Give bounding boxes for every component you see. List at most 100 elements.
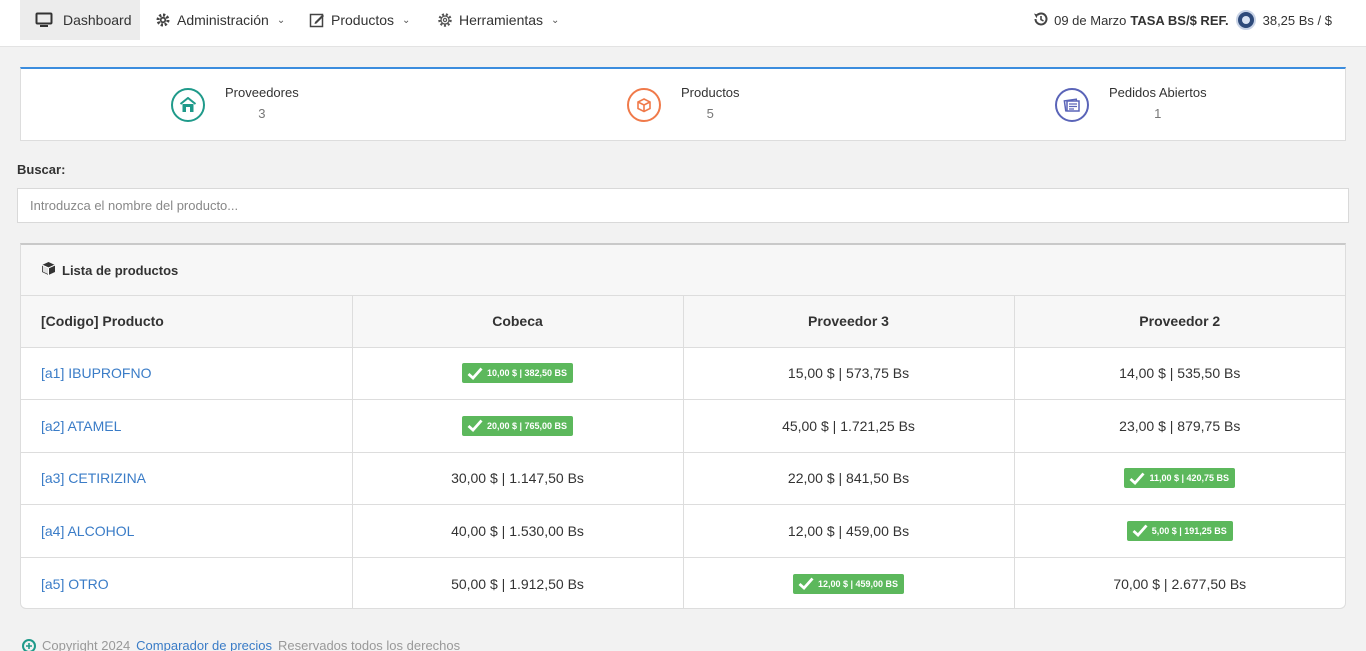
best-price-badge: 12,00 $ | 459,00 BS — [792, 573, 905, 594]
stat-proveedores[interactable]: Proveedores 3 — [171, 69, 299, 141]
price-text: 14,00 $ | 535,50 Bs — [1119, 365, 1241, 382]
table-row: [a3] CETIRIZINA 30,00 $ | 1.147,50 Bs 22,0… — [21, 452, 1345, 505]
price-cell: 20,00 $ | 765,00 BS — [352, 399, 684, 453]
best-price-badge: 5,00 $ | 191,25 BS — [1126, 520, 1233, 541]
price-cell: 10,00 $ | 382,50 BS — [352, 347, 684, 400]
copyright-circle-icon — [22, 638, 36, 651]
price-cell: 5,00 $ | 191,25 BS — [1014, 504, 1345, 558]
best-price-text: 10,00 $ | 382,50 BS — [486, 368, 568, 379]
products-panel: Lista de productos [Codigo] Producto Cob… — [20, 243, 1346, 609]
nav-herramientas-label: Herramientas — [459, 12, 544, 28]
stat-value: 1 — [1154, 106, 1162, 121]
footer-link[interactable]: Comparador de precios — [136, 638, 272, 651]
nav-dashboard[interactable]: Dashboard — [20, 0, 140, 40]
price-text: 22,00 $ | 841,50 Bs — [787, 470, 910, 487]
column-header[interactable]: Proveedor 2 — [1014, 296, 1345, 348]
footer: Copyright 2024 Comparador de precios Res… — [22, 638, 460, 651]
chevron-down-icon: ⌄ — [402, 14, 411, 26]
product-cell: [a4] ALCOHOL — [21, 504, 353, 558]
column-header[interactable]: [Codigo] Producto — [21, 296, 353, 348]
store-icon — [171, 88, 205, 122]
column-header[interactable]: Proveedor 3 — [683, 296, 1015, 348]
panel-header: Lista de productos — [21, 245, 1345, 296]
product-link[interactable]: [a4] ALCOHOL — [41, 523, 134, 539]
price-text: 23,00 $ | 879,75 Bs — [1119, 417, 1241, 434]
panel-title: Lista de productos — [62, 262, 179, 278]
best-price-badge: 20,00 $ | 765,00 BS — [461, 415, 574, 436]
price-text: 12,00 $ | 459,00 Bs — [787, 522, 910, 539]
product-cell: [a5] OTRO — [21, 557, 353, 608]
exchange-rate: 09 de Marzo TASA BS/$ REF. 38,25 Bs / $ — [1032, 0, 1332, 40]
stat-label: Pedidos Abiertos — [1109, 85, 1207, 100]
stats-box: Proveedores 3 Productos 5 Pedidos Abiert… — [20, 67, 1346, 141]
price-cell: 14,00 $ | 535,50 Bs — [1014, 347, 1345, 400]
table-row: [a5] OTRO 50,00 $ | 1.912,50 Bs 12,00 $ | … — [21, 557, 1345, 608]
product-link[interactable]: [a2] ATAMEL — [41, 418, 121, 434]
stat-value: 5 — [706, 106, 714, 121]
best-price-text: 12,00 $ | 459,00 BS — [817, 578, 899, 589]
table-header-row: [Codigo] Producto Cobeca Proveedor 3 Pro… — [21, 296, 1345, 348]
column-header[interactable]: Cobeca — [352, 296, 684, 348]
history-icon — [1032, 10, 1050, 31]
monitor-icon — [35, 12, 53, 28]
nav-administracion-label: Administración — [177, 12, 269, 28]
price-text: 15,00 $ | 573,75 Bs — [787, 365, 910, 382]
best-price-text: 5,00 $ | 191,25 BS — [1151, 525, 1227, 536]
price-cell: 12,00 $ | 459,00 Bs — [683, 504, 1015, 558]
price-cell: 12,00 $ | 459,00 BS — [683, 557, 1015, 608]
price-cell: 23,00 $ | 879,75 Bs — [1014, 399, 1345, 453]
price-text: 70,00 $ | 2.677,50 Bs — [1113, 575, 1247, 592]
best-price-badge: 11,00 $ | 420,75 BS — [1124, 468, 1236, 489]
check-icon — [467, 367, 483, 380]
price-text: 30,00 $ | 1.147,50 Bs — [451, 470, 584, 487]
check-icon — [798, 577, 814, 590]
orders-icon — [1055, 88, 1089, 122]
cog-outline-icon — [437, 12, 453, 28]
check-icon — [1132, 524, 1148, 538]
search-input[interactable] — [17, 188, 1349, 223]
price-cell: 70,00 $ | 2.677,50 Bs — [1014, 557, 1345, 608]
price-text: 45,00 $ | 1.721,25 Bs — [782, 417, 915, 434]
product-link[interactable]: [a3] CETIRIZINA — [41, 470, 146, 486]
product-cell: [a2] ATAMEL — [21, 399, 353, 453]
box-icon — [627, 88, 661, 122]
footer-rights: Reservados todos los derechos — [278, 638, 461, 651]
bcv-seal-icon — [1235, 10, 1256, 30]
product-link[interactable]: [a5] OTRO — [41, 576, 109, 592]
gear-icon — [155, 12, 171, 28]
best-price-text: 11,00 $ | 420,75 BS — [1149, 473, 1230, 484]
stat-productos[interactable]: Productos 5 — [627, 69, 740, 141]
price-cell: 30,00 $ | 1.147,50 Bs — [352, 452, 684, 505]
nav-productos-label: Productos — [331, 12, 395, 28]
nav-herramientas[interactable]: Herramientas ⌄ — [437, 0, 559, 40]
best-price-badge: 10,00 $ | 382,50 BS — [461, 363, 574, 384]
price-cell: 22,00 $ | 841,50 Bs — [683, 452, 1015, 505]
product-link[interactable]: [a1] IBUPROFNO — [41, 365, 151, 381]
footer-copyright: Copyright 2024 — [42, 638, 131, 651]
stat-label: Productos — [681, 85, 740, 100]
stat-label: Proveedores — [225, 85, 299, 100]
stat-pedidos-abiertos[interactable]: Pedidos Abiertos 1 — [1055, 69, 1207, 141]
top-navbar: Dashboard Administración ⌄ Productos ⌄ H… — [0, 0, 1366, 47]
stat-value: 3 — [258, 106, 266, 121]
price-cell: 45,00 $ | 1.721,25 Bs — [683, 399, 1015, 453]
chevron-down-icon: ⌄ — [276, 14, 286, 26]
rate-value: 38,25 Bs / $ — [1262, 12, 1332, 28]
rate-label: TASA BS/$ REF. — [1130, 12, 1229, 28]
check-icon — [467, 419, 483, 433]
price-cell: 11,00 $ | 420,75 BS — [1014, 452, 1345, 505]
search-label: Buscar: — [17, 162, 66, 177]
price-cell: 40,00 $ | 1.530,00 Bs — [352, 504, 684, 558]
table-row: [a1] IBUPROFNO 10,00 $ | 382,50 BS 15,00 $… — [21, 347, 1345, 400]
table-row: [a4] ALCOHOL 40,00 $ | 1.530,00 Bs 12,00 $… — [21, 504, 1345, 558]
products-table: [Codigo] Producto Cobeca Proveedor 3 Pro… — [21, 296, 1345, 608]
product-cell: [a1] IBUPROFNO — [21, 347, 353, 400]
nav-productos[interactable]: Productos ⌄ — [309, 0, 410, 40]
check-icon — [1130, 472, 1145, 485]
edit-icon — [309, 12, 325, 28]
best-price-text: 20,00 $ | 765,00 BS — [486, 420, 568, 431]
price-text: 40,00 $ | 1.530,00 Bs — [451, 522, 584, 539]
nav-administracion[interactable]: Administración ⌄ — [155, 0, 285, 40]
price-text: 50,00 $ | 1.912,50 Bs — [451, 575, 584, 592]
cube-icon — [41, 261, 56, 279]
